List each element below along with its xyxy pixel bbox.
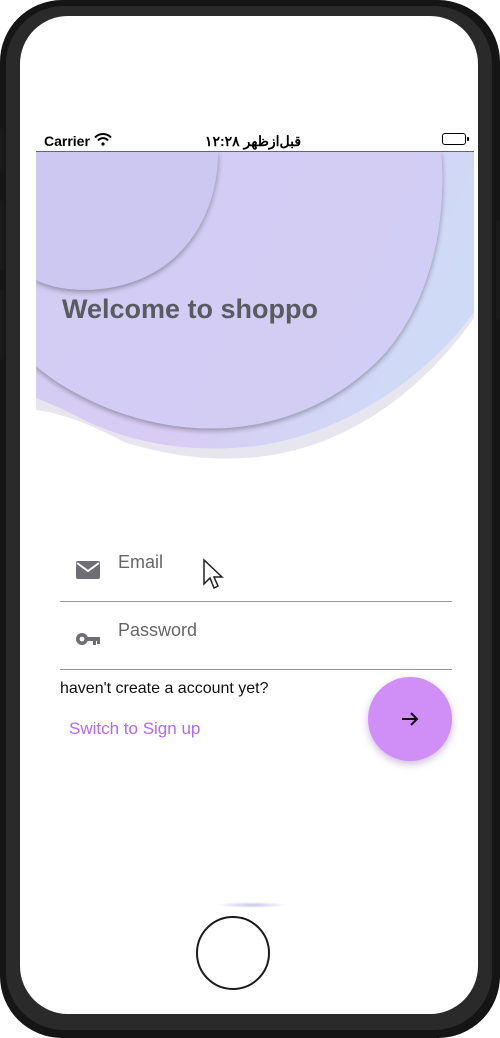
side-button-silent bbox=[0, 128, 4, 172]
email-input[interactable] bbox=[116, 546, 440, 578]
welcome-title: Welcome to shoppo bbox=[62, 294, 319, 324]
arrow-right-icon bbox=[402, 712, 419, 726]
side-button-volume-up bbox=[0, 200, 4, 270]
password-field bbox=[60, 606, 452, 670]
email-underline bbox=[60, 600, 452, 602]
email-field bbox=[60, 538, 452, 602]
status-time: ۱۲:۲۸ قبل‌ازظهر bbox=[204, 133, 302, 149]
home-button[interactable] bbox=[196, 916, 270, 990]
bottom-decoration bbox=[216, 902, 288, 908]
status-bar: Carrier ۱۲:۲۸ قبل‌ازظهر bbox=[36, 130, 470, 152]
key-icon bbox=[76, 633, 100, 645]
mouse-cursor-icon bbox=[203, 558, 224, 590]
no-account-prompt: haven't create a account yet? bbox=[60, 680, 269, 697]
switch-to-signup-button[interactable]: Switch to Sign up bbox=[69, 719, 200, 739]
side-button-power bbox=[496, 220, 500, 320]
app-screen: Carrier ۱۲:۲۸ قبل‌ازظهر bbox=[20, 16, 478, 1014]
submit-button[interactable] bbox=[368, 677, 452, 761]
side-button-volume-down bbox=[0, 290, 4, 360]
password-input[interactable] bbox=[116, 614, 440, 646]
password-underline bbox=[60, 668, 452, 670]
battery-icon bbox=[442, 133, 469, 145]
mail-icon bbox=[76, 561, 100, 579]
